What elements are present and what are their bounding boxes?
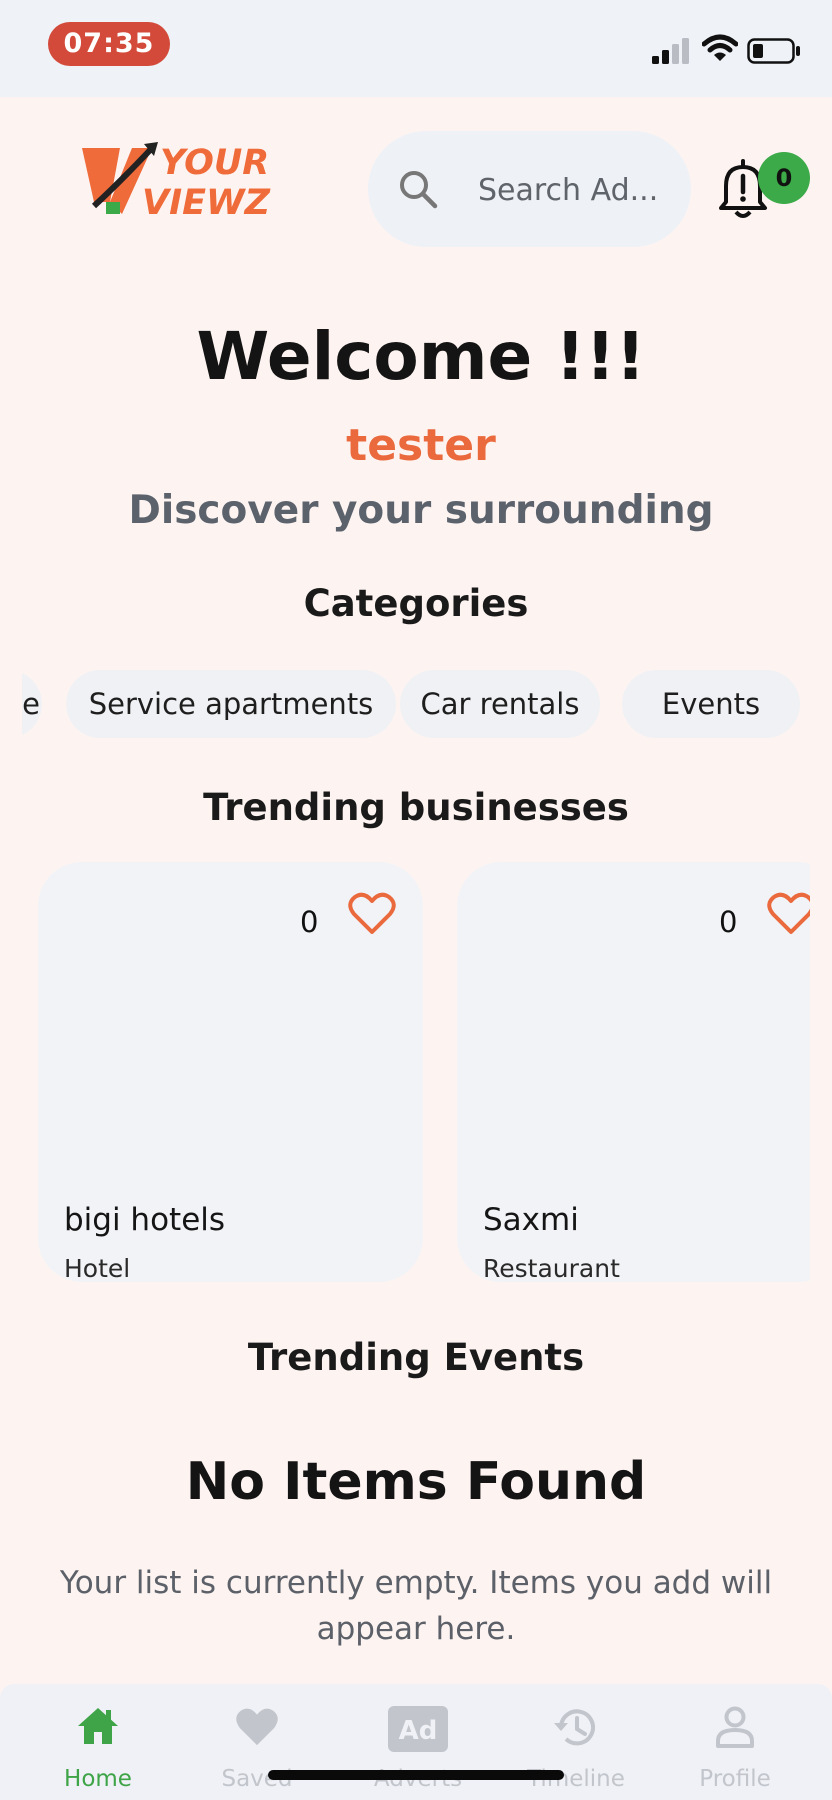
cellular-signal-icon xyxy=(652,38,689,64)
business-type: Hotel xyxy=(64,1254,131,1283)
business-type: Restaurant xyxy=(483,1254,620,1283)
search-input[interactable] xyxy=(476,167,675,213)
bottom-nav: Home Saved Ad Adverts Timeline Profile xyxy=(0,1684,832,1800)
trending-events-title: Trending Events xyxy=(247,1336,585,1379)
app-logo: YOUR VIEWZ xyxy=(80,140,300,230)
username: tester xyxy=(346,420,496,471)
empty-state-text: Your list is currently empty. Items you … xyxy=(59,1565,773,1647)
category-chip[interactable]: Service apartments xyxy=(66,670,396,738)
nav-home[interactable]: Home xyxy=(28,1684,168,1800)
wifi-icon xyxy=(702,34,738,61)
business-name: bigi hotels xyxy=(64,1202,226,1238)
like-count: 0 xyxy=(719,905,738,939)
like-count: 0 xyxy=(300,905,319,939)
status-time: 07:35 xyxy=(48,22,170,66)
categories-title: Categories xyxy=(303,582,529,625)
category-chip[interactable]: Car rentals xyxy=(400,670,600,738)
logo-text-line1: YOUR xyxy=(160,143,269,183)
nav-timeline[interactable]: Timeline xyxy=(506,1684,646,1800)
business-name: Saxmi xyxy=(483,1202,579,1238)
tagline: Discover your surrounding xyxy=(128,488,714,533)
nav-adverts[interactable]: Ad Adverts xyxy=(348,1684,488,1800)
heart-icon xyxy=(236,1708,278,1746)
trending-businesses-list[interactable]: 0 bigi hotels Hotel 0 Saxmi Restaurant xyxy=(0,860,810,1285)
heart-icon[interactable] xyxy=(348,892,396,936)
empty-state-title: No Items Found xyxy=(185,1452,647,1512)
nav-label: Home xyxy=(64,1766,132,1792)
heart-icon[interactable] xyxy=(767,892,810,936)
profile-icon xyxy=(716,1706,754,1748)
search-bar[interactable] xyxy=(368,131,691,247)
home-indicator[interactable] xyxy=(268,1770,564,1780)
home-icon xyxy=(78,1708,118,1744)
trending-businesses-title: Trending businesses xyxy=(203,786,629,829)
business-card[interactable]: 0 bigi hotels Hotel xyxy=(38,862,423,1283)
battery-icon xyxy=(747,38,800,64)
category-chip[interactable]: Events xyxy=(622,670,800,738)
notification-badge: 0 xyxy=(758,152,810,204)
business-card[interactable]: 0 Saxmi Restaurant xyxy=(457,862,810,1283)
nav-profile[interactable]: Profile xyxy=(665,1684,805,1800)
status-bar: 07:35 xyxy=(0,0,832,97)
search-icon xyxy=(400,171,438,209)
category-chip[interactable]: e xyxy=(22,670,42,738)
ad-icon: Ad xyxy=(388,1706,448,1752)
welcome-heading: Welcome !!! xyxy=(196,318,646,395)
categories-list[interactable]: e Service apartments Car rentals Events xyxy=(22,670,832,738)
logo-text-line2: VIEWZ xyxy=(142,183,271,223)
history-icon xyxy=(554,1709,595,1746)
nav-label: Profile xyxy=(699,1766,771,1792)
nav-saved[interactable]: Saved xyxy=(187,1684,327,1800)
svg-text:Ad: Ad xyxy=(399,1716,438,1746)
